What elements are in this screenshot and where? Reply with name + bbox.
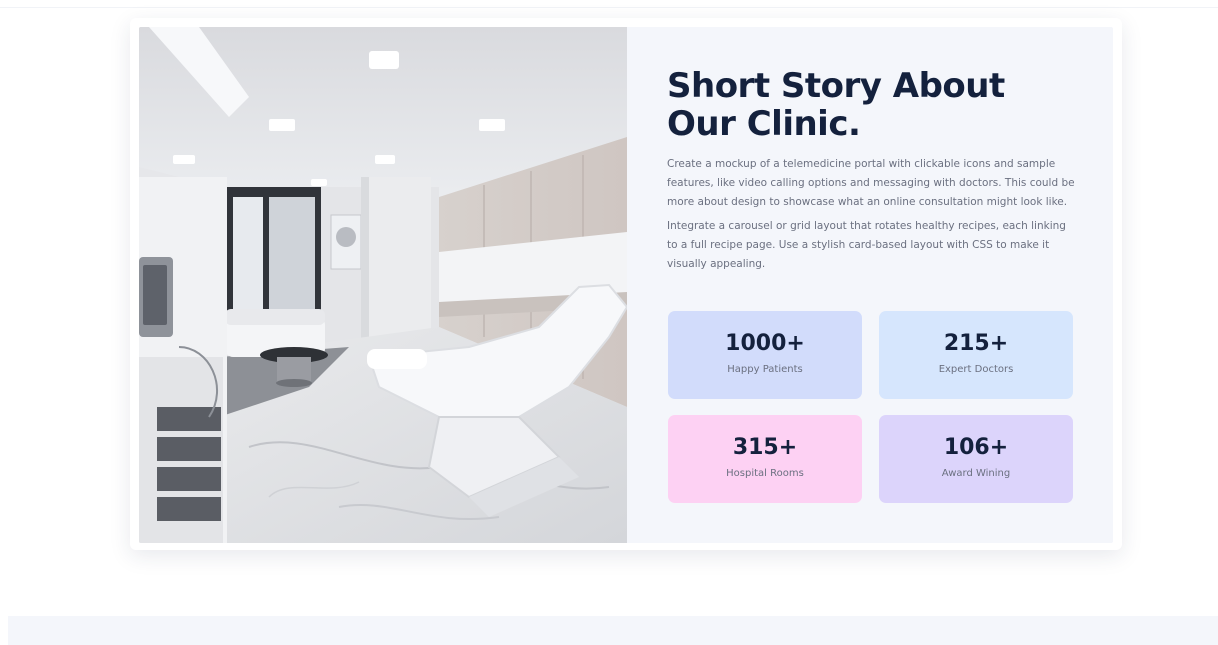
stat-value: 1000+ — [725, 331, 805, 356]
section-title-line-1: Short Story About — [667, 66, 1005, 106]
description-paragraph-2: Integrate a carousel or grid layout that… — [667, 220, 1066, 270]
description-paragraph-1: Create a mockup of a telemedicine portal… — [667, 158, 1075, 208]
stat-card-award-wining: 106+ Award Wining — [879, 415, 1073, 503]
about-clinic-card: Short Story About Our Clinic. Create a m… — [130, 18, 1122, 550]
stats-grid: 1000+ Happy Patients 215+ Expert Doctors… — [668, 311, 1074, 503]
stat-value: 215+ — [943, 331, 1009, 356]
stat-card-expert-doctors: 215+ Expert Doctors — [879, 311, 1073, 399]
next-section-band — [8, 616, 1218, 645]
stat-card-hospital-rooms: 315+ Hospital Rooms — [668, 415, 862, 503]
stat-label: Expert Doctors — [938, 364, 1014, 375]
top-strip — [0, 0, 1218, 8]
stat-card-happy-patients: 1000+ Happy Patients — [668, 311, 862, 399]
stat-value: 315+ — [732, 435, 798, 460]
section-title-line-2: Our Clinic. — [667, 104, 861, 144]
stat-value: 106+ — [943, 435, 1009, 460]
stat-label: Happy Patients — [727, 364, 803, 375]
section-title: Short Story About Our Clinic. — [667, 67, 1077, 143]
stat-label: Hospital Rooms — [726, 468, 804, 479]
clinic-interior-image — [139, 27, 627, 543]
about-content: Short Story About Our Clinic. Create a m… — [667, 67, 1077, 274]
about-clinic-panel: Short Story About Our Clinic. Create a m… — [139, 27, 1113, 543]
stat-label: Award Wining — [941, 468, 1011, 479]
